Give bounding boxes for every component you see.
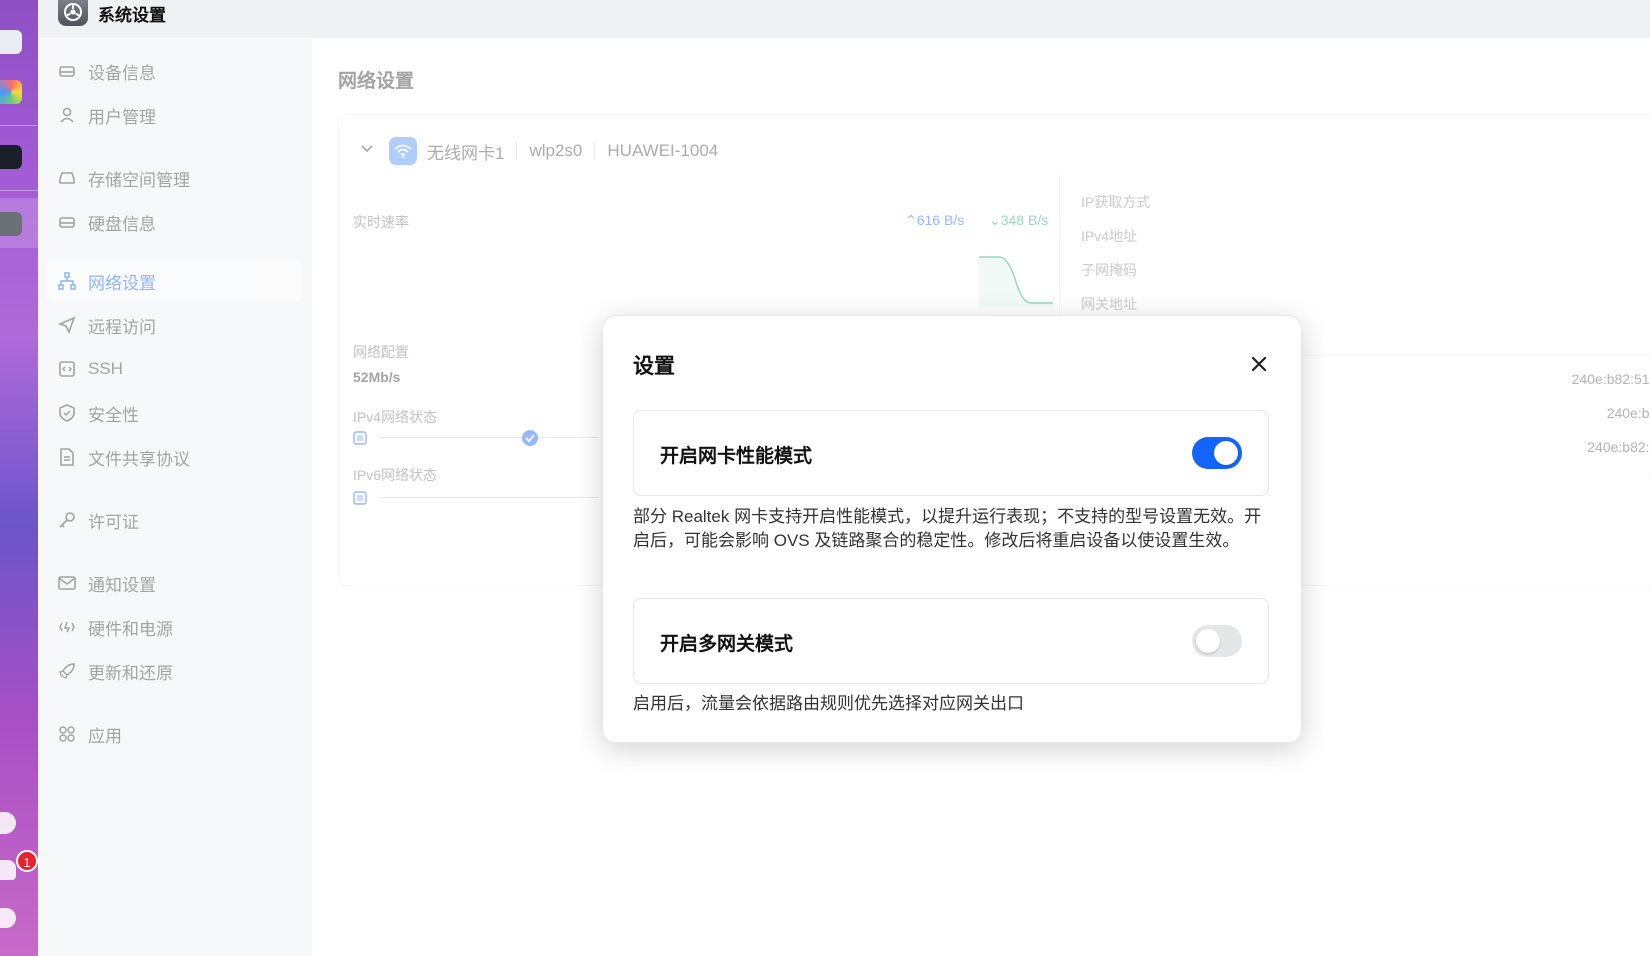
- performance-mode-description: 部分 Realtek 网卡支持开启性能模式，以提升运行表现；不支持的型号设置无效…: [633, 507, 1262, 550]
- dialog-title: 设置: [633, 355, 675, 378]
- option-label: 开启网卡性能模式: [660, 446, 813, 467]
- multi-gateway-toggle[interactable]: [1192, 625, 1242, 657]
- multi-gateway-description: 启用后，流量会依据路由规则优先选择对应网关出口: [633, 694, 1024, 713]
- close-button[interactable]: [1247, 352, 1271, 376]
- multi-gateway-option: 开启多网关模式: [633, 598, 1269, 684]
- toggle-knob: [1196, 629, 1220, 653]
- performance-mode-option: 开启网卡性能模式: [633, 410, 1269, 496]
- close-icon: [1251, 356, 1267, 372]
- settings-dialog: 设置 开启网卡性能模式 部分 Realtek 网卡支持开启性能模式，以提升运行表…: [602, 315, 1302, 743]
- performance-mode-toggle[interactable]: [1192, 437, 1242, 469]
- toggle-knob: [1214, 441, 1238, 465]
- option-label: 开启多网关模式: [660, 634, 794, 655]
